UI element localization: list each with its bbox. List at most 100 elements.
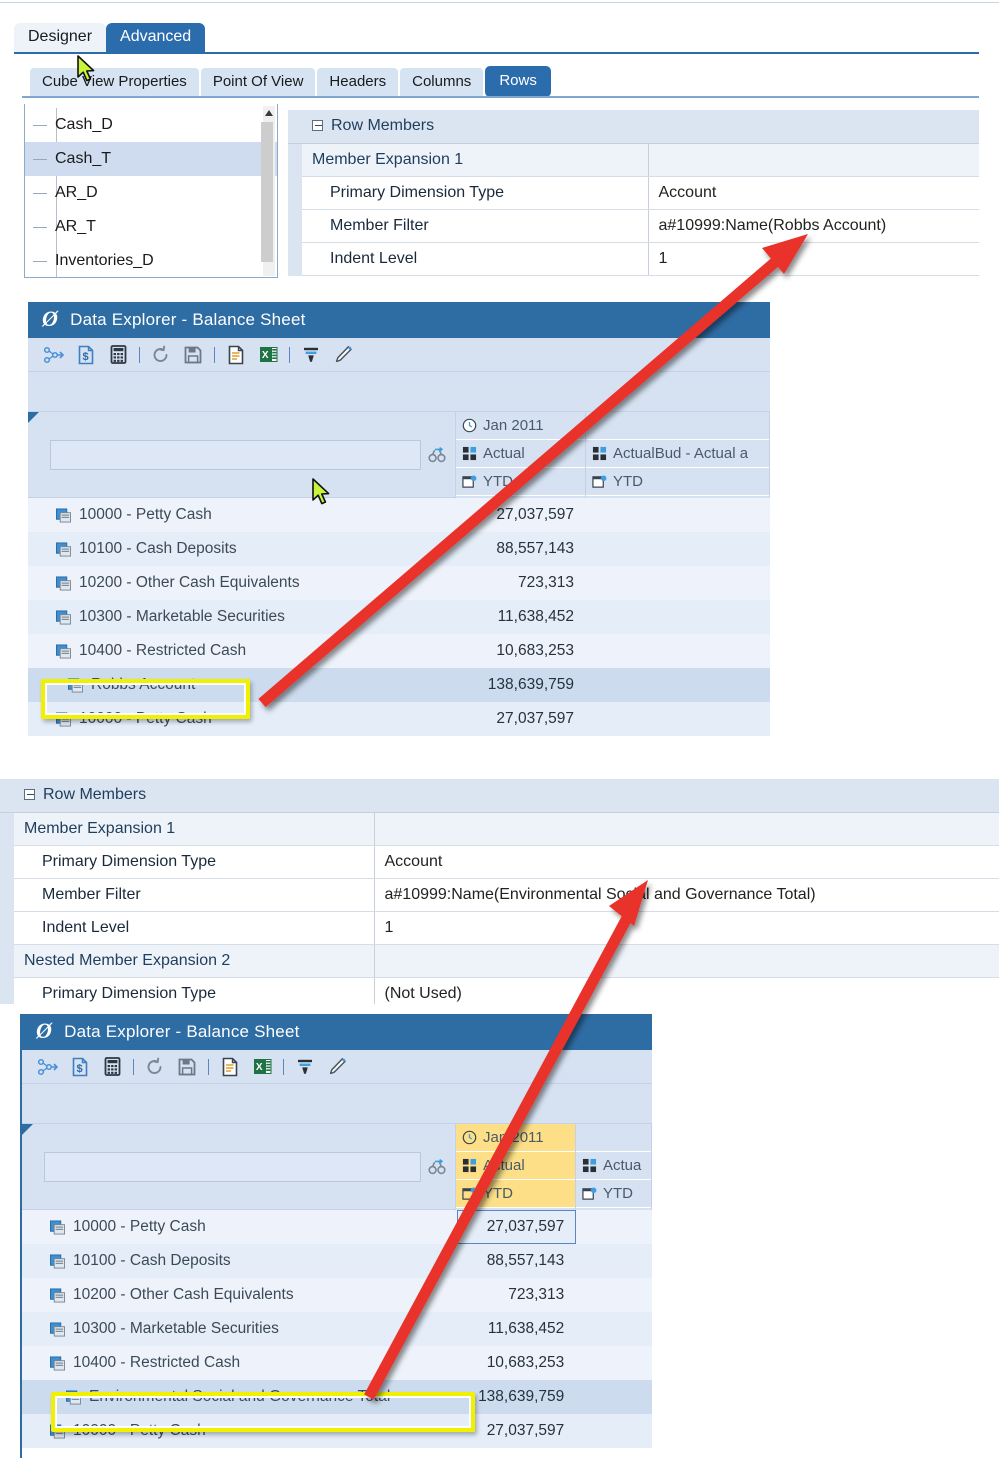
property-row-primary-dimension-type[interactable]: Primary Dimension Type Account [288,176,979,210]
row-value-cell-focused[interactable]: 27,037,597 [456,1210,577,1244]
column-view-cell[interactable]: YTD [586,468,769,496]
row-member-cell[interactable]: 10200 - Other Cash Equivalents [22,1278,457,1312]
excel-icon[interactable]: X [246,1053,278,1081]
table-row[interactable]: 10400 - Restricted Cash 10,683,253 [22,1346,653,1380]
column-view-cell[interactable]: YTD [576,1180,651,1208]
row-value-cell[interactable]: 11,638,452 [456,600,586,634]
column-scenario-cell[interactable]: ActualBud - Actual a [586,440,769,468]
row-members-property-grid-top[interactable]: Row Members Member Expansion 1 Primary D… [288,110,979,278]
row-member-cell[interactable]: 10000 - Petty Cash [22,1210,457,1244]
column-scenario-cell[interactable]: Actua [576,1152,651,1180]
save-icon[interactable] [177,341,209,369]
execute-icon[interactable] [38,341,70,369]
row-value-cell-empty[interactable] [586,668,770,702]
tab-point-of-view[interactable]: Point Of View [200,68,316,97]
tree-item-inventories-d[interactable]: Inventories_D [25,244,277,277]
property-value[interactable]: a#10999:Name(Environmental Social and Go… [374,878,999,912]
tree-item-ar-d[interactable]: AR_D [25,176,277,210]
row-value-cell-empty[interactable] [576,1380,652,1414]
row-member-cell[interactable]: 10300 - Marketable Securities [28,600,456,634]
table-row[interactable]: 10100 - Cash Deposits 88,557,143 [22,1244,653,1278]
table-row[interactable]: 10300 - Marketable Securities 11,638,452 [22,1312,653,1346]
execute-icon[interactable] [32,1053,64,1081]
row-member-cell[interactable]: 10400 - Restricted Cash [22,1346,457,1380]
column-time-cell[interactable] [576,1124,651,1152]
member-tree-panel[interactable]: Cash_D Cash_T AR_D AR_T Inventories_D [24,104,278,278]
row-value-cell[interactable]: 10,683,253 [456,1346,577,1380]
property-value[interactable] [374,812,999,846]
save-icon[interactable] [171,1053,203,1081]
row-value-cell-empty[interactable] [586,532,770,566]
find-member-icon[interactable] [421,446,455,463]
row-value-cell-empty[interactable] [576,1210,653,1244]
property-value[interactable]: Account [648,176,979,210]
property-row-member-filter[interactable]: Member Filter a#10999:Name(Environmental… [0,878,999,912]
currency-document-icon[interactable]: $ [64,1053,96,1081]
property-row-member-expansion-1[interactable]: Member Expansion 1 [288,143,979,177]
collapse-expander-icon[interactable] [312,120,323,132]
row-member-cell[interactable]: 10100 - Cash Deposits [22,1244,457,1278]
property-row-primary-dimension-type-2[interactable]: Primary Dimension Type (Not Used) [0,977,999,1004]
column-time-cell[interactable] [586,412,769,440]
row-member-cell[interactable]: 10400 - Restricted Cash [28,634,456,668]
column-header-0[interactable]: Jan 2011 Actual YTD [456,1124,576,1210]
row-value-cell[interactable]: 88,557,143 [456,1244,577,1278]
row-value-cell[interactable]: 11,638,452 [456,1312,577,1346]
member-filter-area[interactable] [22,1124,456,1210]
tree-item-cash-d[interactable]: Cash_D [25,108,277,142]
data-explorer-toolbar-bottom[interactable]: $ X [22,1050,652,1084]
tab-headers[interactable]: Headers [317,68,399,97]
currency-document-icon[interactable]: $ [70,341,102,369]
column-time-cell[interactable]: Jan 2011 [456,412,585,440]
column-header-1[interactable]: ActualBud - Actual a YTD [586,412,770,498]
member-filter-area[interactable] [28,412,456,498]
property-value[interactable]: (Not Used) [374,977,999,1004]
refresh-icon[interactable] [145,341,177,369]
row-value-cell[interactable]: 88,557,143 [456,532,586,566]
column-view-cell[interactable]: YTD [456,1180,575,1208]
row-value-cell-empty[interactable] [586,566,770,600]
report-icon[interactable] [214,1053,246,1081]
calculator-icon[interactable] [102,341,134,369]
column-view-cell[interactable]: YTD [456,468,585,496]
tab-designer[interactable]: Designer [14,23,107,53]
refresh-icon[interactable] [139,1053,171,1081]
tab-cube-view-properties[interactable]: Cube View Properties [30,68,199,97]
report-icon[interactable] [220,341,252,369]
tree-scrollbar[interactable] [261,106,275,276]
table-row[interactable]: 10400 - Restricted Cash 10,683,253 [28,634,770,668]
property-value[interactable]: Account [374,845,999,879]
data-explorer-toolbar-top[interactable]: $ X [28,338,770,372]
tree-item-cash-t[interactable]: Cash_T [25,142,277,176]
table-row[interactable]: 10100 - Cash Deposits 88,557,143 [28,532,770,566]
row-member-cell[interactable]: 10100 - Cash Deposits [28,532,456,566]
tab-columns[interactable]: Columns [400,68,484,97]
edit-pencil-icon[interactable] [321,1053,353,1081]
tree-scrollbar-thumb[interactable] [261,122,273,262]
property-row-indent-level[interactable]: Indent Level 1 [288,242,979,276]
row-value-cell-empty[interactable] [586,702,770,736]
property-value[interactable] [648,143,979,177]
row-members-property-grid-mid[interactable]: Row Members Member Expansion 1 Primary D… [0,779,999,1004]
row-member-cell[interactable]: 10300 - Marketable Securities [22,1312,457,1346]
row-value-cell-empty[interactable] [576,1312,653,1346]
table-row[interactable]: 10000 - Petty Cash 27,037,597 [28,498,770,532]
filter-icon[interactable] [289,1053,321,1081]
column-time-cell[interactable]: Jan 2011 [456,1124,575,1152]
filter-icon[interactable] [295,341,327,369]
excel-icon[interactable]: X [252,341,284,369]
row-value-cell-empty[interactable] [576,1278,653,1312]
tree-scroll-up-button[interactable] [263,106,275,119]
find-member-icon[interactable] [421,1158,455,1175]
property-value[interactable]: 1 [648,242,979,276]
property-row-member-filter[interactable]: Member Filter a#10999:Name(Robbs Account… [288,209,979,243]
row-value-cell-empty[interactable] [576,1346,653,1380]
calculator-icon[interactable] [96,1053,128,1081]
row-value-cell[interactable]: 27,037,597 [456,498,586,532]
row-value-cell-empty[interactable] [586,498,770,532]
row-value-cell[interactable]: 27,037,597 [456,702,586,736]
edit-pencil-icon[interactable] [327,341,359,369]
table-row[interactable]: 10300 - Marketable Securities 11,638,452 [28,600,770,634]
property-group-header-row[interactable]: Row Members [0,779,999,813]
row-value-cell-empty[interactable] [586,634,770,668]
